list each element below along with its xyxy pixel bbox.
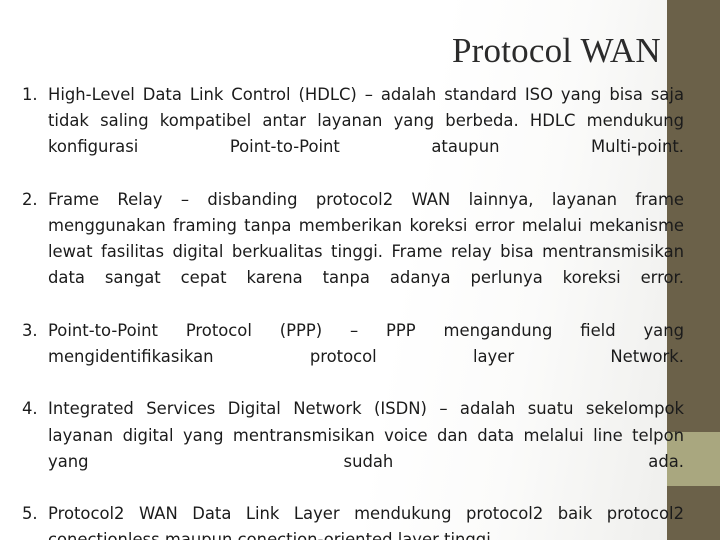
protocol-list: 1. High-Level Data Link Control (HDLC) –… <box>0 82 700 540</box>
list-item: 3. Point-to-Point Protocol (PPP) – PPP m… <box>0 318 700 397</box>
list-item-text: Point-to-Point Protocol (PPP) – PPP meng… <box>48 320 684 367</box>
list-item: 5. Protocol2 WAN Data Link Layer menduku… <box>0 501 700 540</box>
list-item-number: 5. <box>22 504 38 524</box>
list-item: 4. Integrated Services Digital Network (… <box>0 396 700 501</box>
slide-title: Protocol WAN <box>452 31 661 70</box>
list-item-text: High-Level Data Link Control (HDLC) – ad… <box>48 85 684 157</box>
list-item-number: 1. <box>22 85 38 104</box>
list-item-number: 2. <box>22 189 38 209</box>
slide-canvas: Protocol WAN 1. High-Level Data Link Con… <box>0 0 720 540</box>
list-item-number: 4. <box>22 399 38 419</box>
list-item-text: Protocol2 WAN Data Link Layer mendukung … <box>48 504 684 540</box>
list-item-text: Integrated Services Digital Network (ISD… <box>48 399 684 471</box>
list-item-number: 3. <box>22 320 38 340</box>
list-item: 2. Frame Relay – disbanding protocol2 WA… <box>0 187 700 318</box>
list-item: 1. High-Level Data Link Control (HDLC) –… <box>0 82 700 187</box>
list-item-text: Frame Relay – disbanding protocol2 WAN l… <box>48 189 684 288</box>
